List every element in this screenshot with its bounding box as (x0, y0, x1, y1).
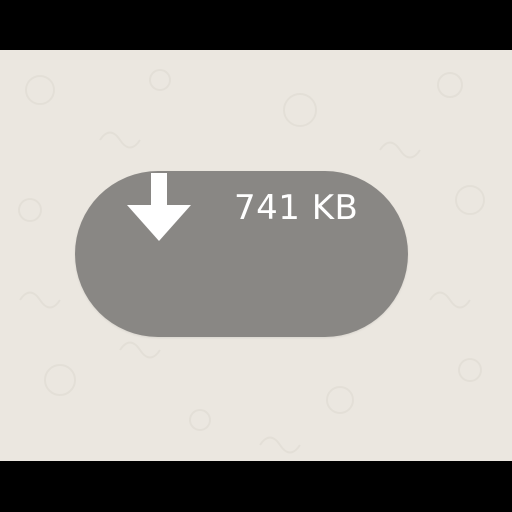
file-size-label: 741 KB (234, 188, 359, 228)
chat-viewport (0, 50, 512, 461)
download-arrow-icon (127, 173, 191, 241)
